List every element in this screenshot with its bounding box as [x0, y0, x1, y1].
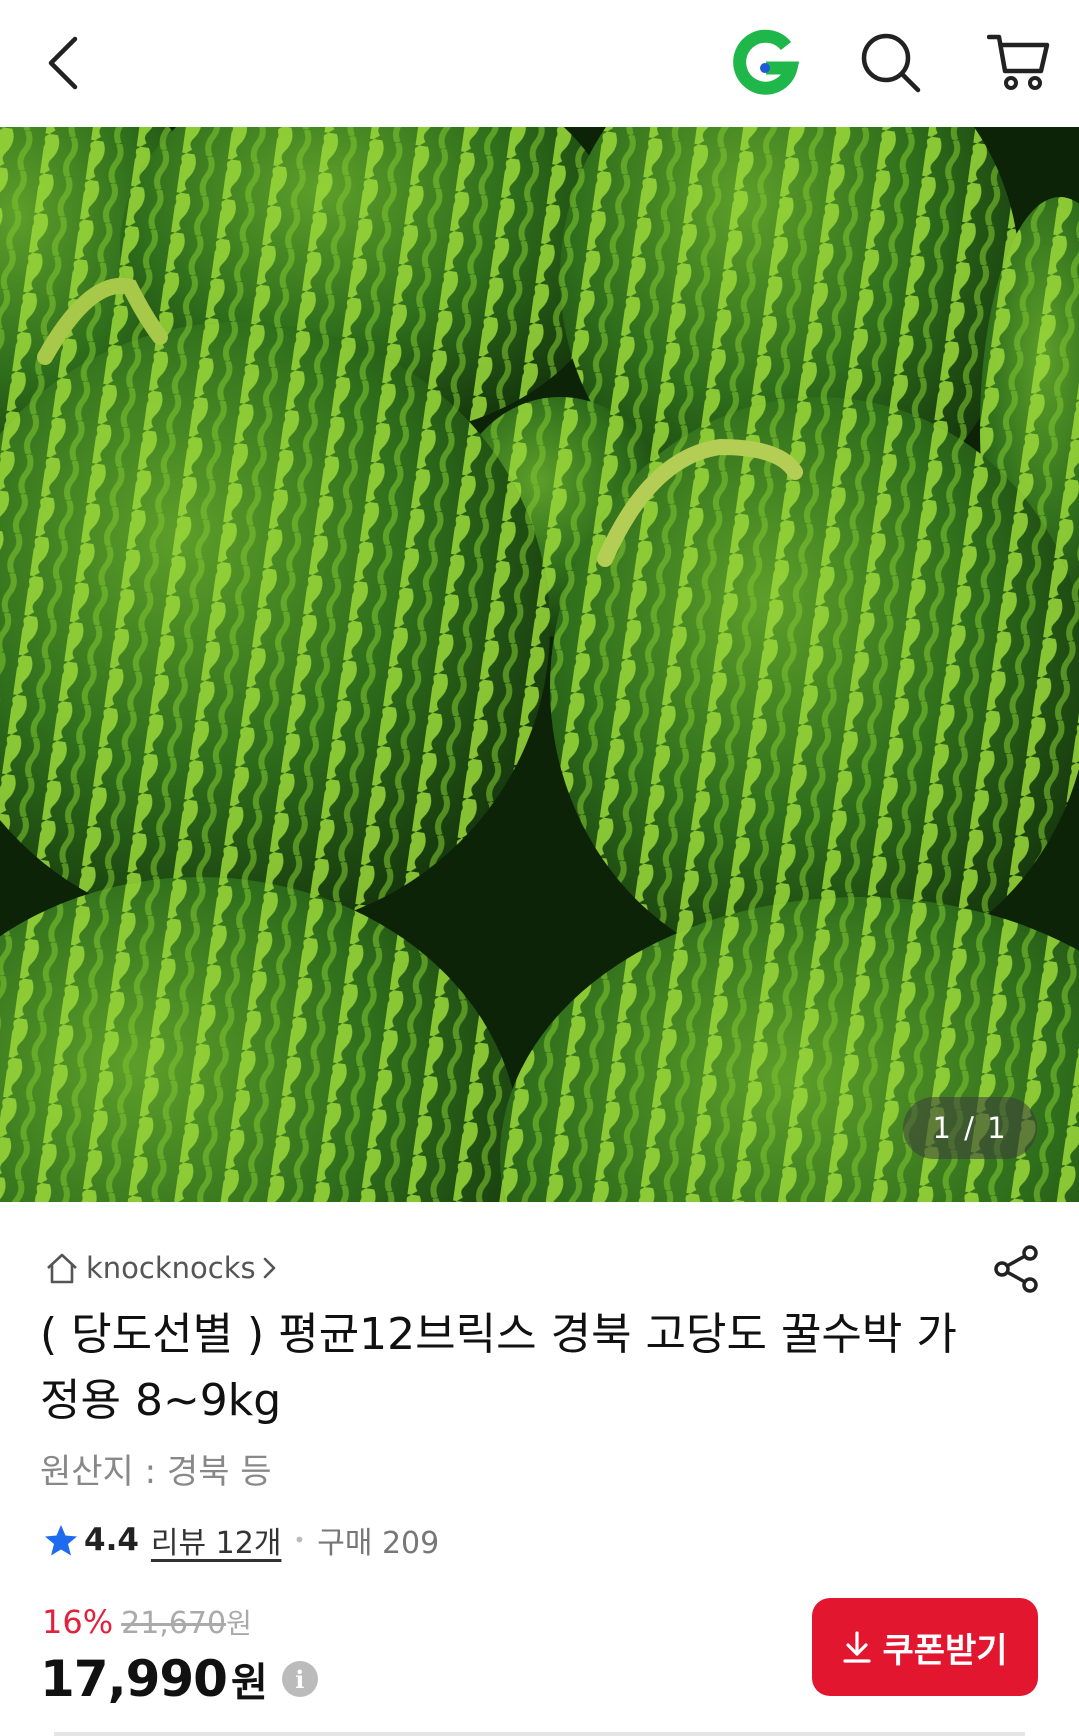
divider	[54, 1732, 1025, 1736]
share-button[interactable]	[988, 1240, 1046, 1298]
product-origin: 원산지 : 경북 등	[40, 1452, 272, 1492]
star-icon	[45, 1525, 77, 1556]
seller-link[interactable]: knocknocks	[44, 1248, 278, 1288]
top-bar	[0, 0, 1079, 127]
chevron-left-icon	[48, 36, 78, 90]
watermelon-image	[0, 127, 1079, 1202]
original-price: 21,670	[121, 1606, 227, 1641]
product-title: ( 당도선별 ) 평균12브릭스 경북 고당도 꿀수박 가정용 8~9kg	[40, 1309, 957, 1426]
g-logo-button[interactable]	[726, 24, 804, 102]
image-counter: 1 / 1	[903, 1097, 1037, 1159]
rating-row: 4.4 리뷰 12개 • 구매 209	[44, 1518, 439, 1562]
cart-icon	[987, 34, 1050, 90]
home-icon	[47, 1253, 77, 1284]
cart-button[interactable]	[980, 24, 1058, 102]
search-icon	[861, 33, 921, 93]
discount-rate: 16%	[42, 1603, 114, 1641]
chevron-right-icon	[263, 1257, 275, 1279]
g-logo-icon	[733, 29, 800, 95]
original-price-unit: 원	[226, 1607, 252, 1640]
download-icon	[843, 1631, 872, 1663]
info-icon[interactable]: i	[281, 1661, 318, 1697]
rating-value: 4.4	[84, 1522, 139, 1558]
share-icon	[994, 1245, 1038, 1293]
price-row: 17,990 원 i	[40, 1644, 318, 1714]
coupon-label: 쿠폰받기	[882, 1630, 1008, 1671]
coupon-button[interactable]: 쿠폰받기	[812, 1598, 1038, 1696]
back-button[interactable]	[24, 24, 102, 102]
review-count-link[interactable]: 리뷰 12개	[151, 1518, 282, 1562]
discount-row: 16% 21,670 원	[42, 1602, 252, 1642]
search-button[interactable]	[852, 24, 930, 102]
purchase-count: 구매 209	[317, 1526, 440, 1561]
seller-name: knocknocks	[86, 1251, 256, 1285]
separator-dot: •	[293, 1528, 306, 1552]
sale-price-unit: 원	[230, 1660, 268, 1706]
product-image[interactable]	[0, 127, 1079, 1202]
sale-price: 17,990	[40, 1650, 228, 1708]
